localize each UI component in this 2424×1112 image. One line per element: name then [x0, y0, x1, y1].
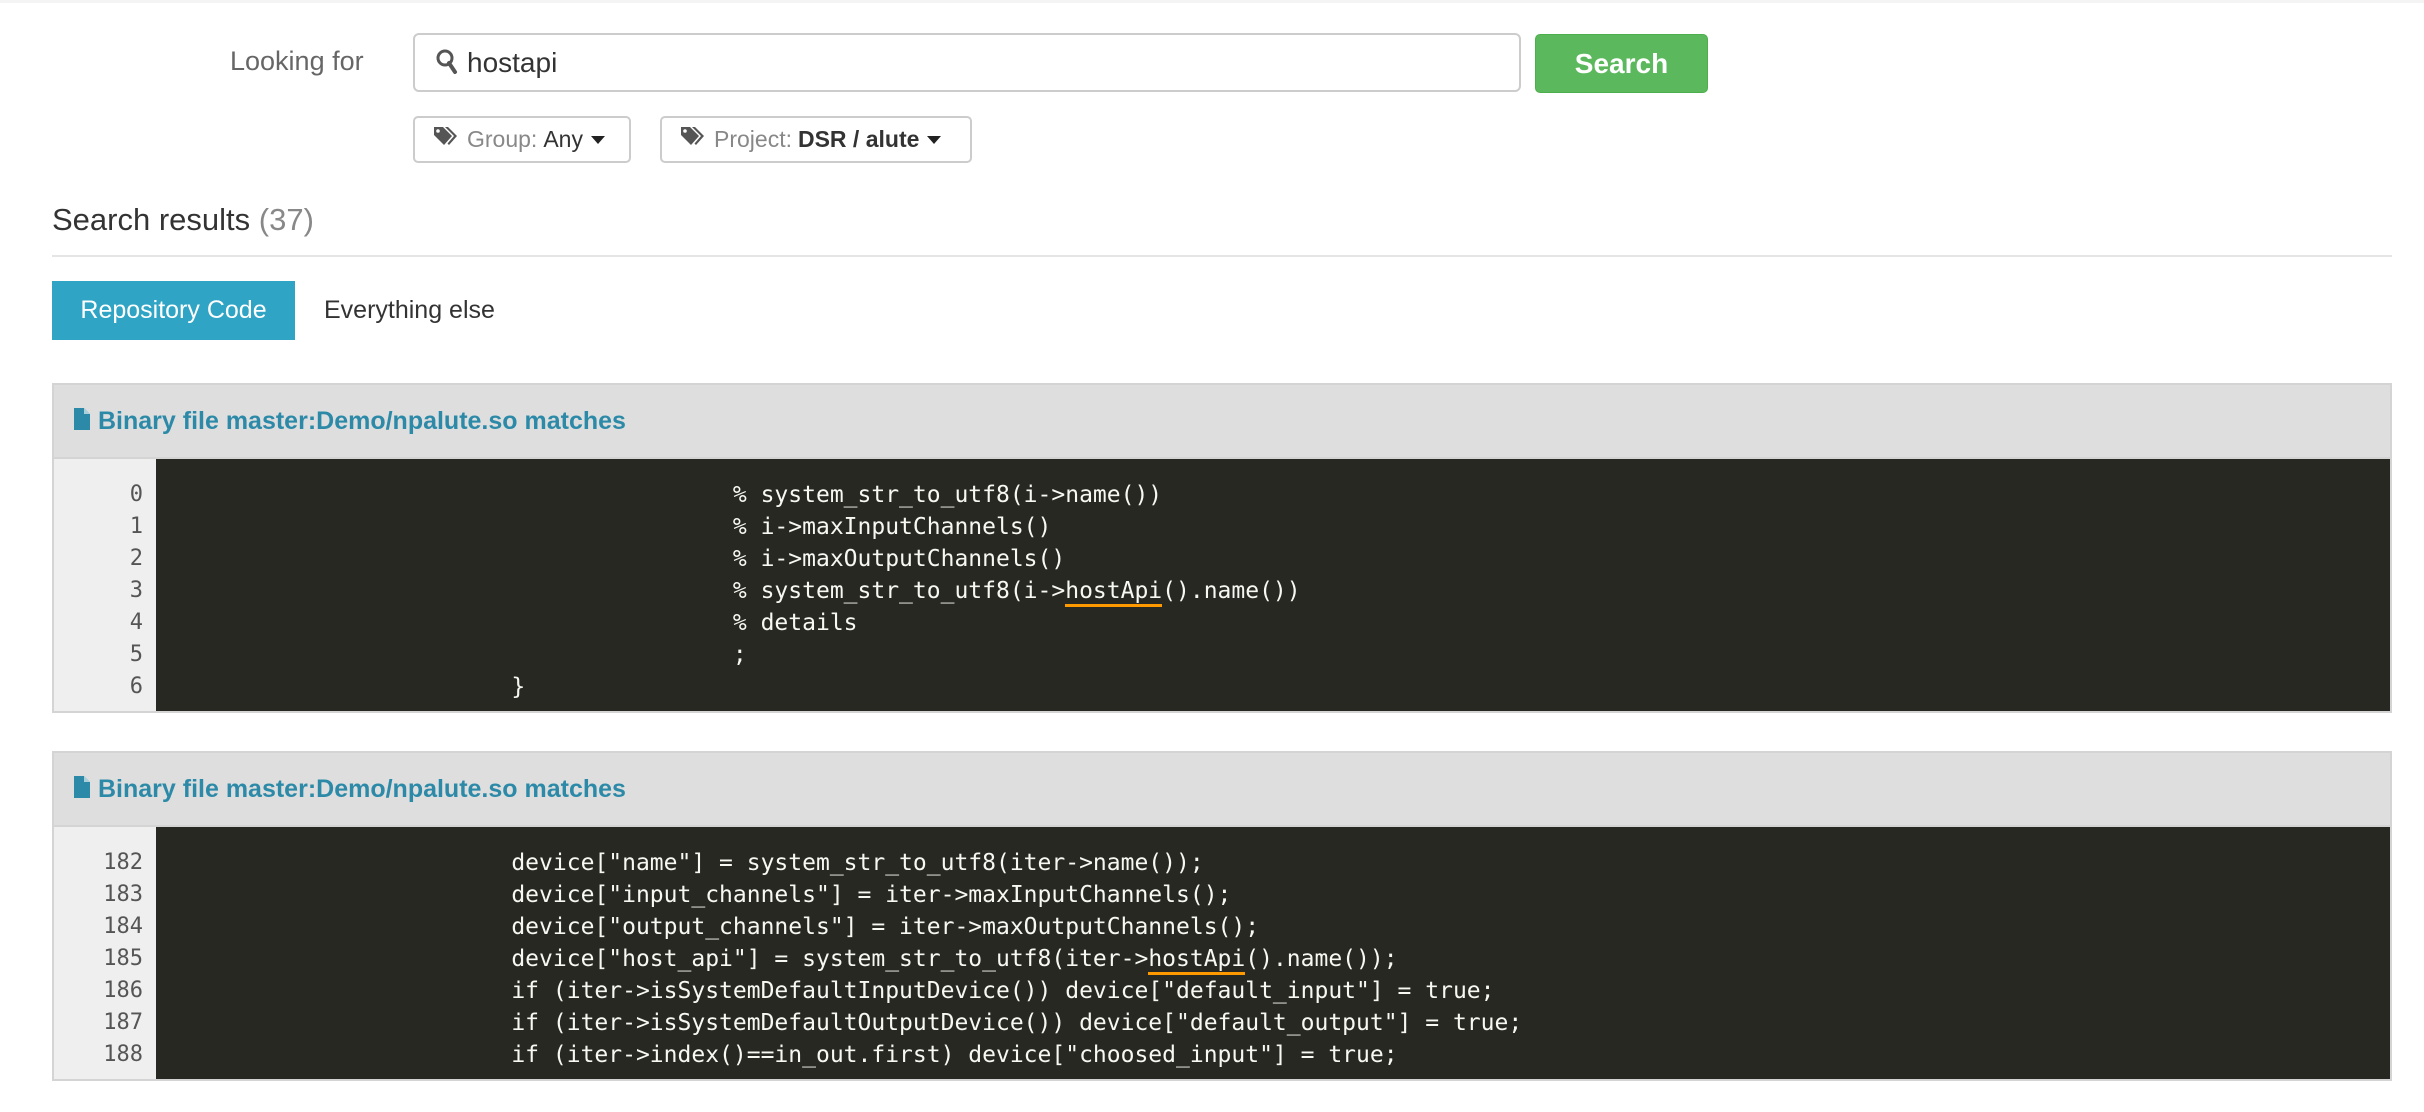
file-icon [74, 775, 90, 803]
line-number: 185 [103, 946, 143, 971]
line-number: 186 [103, 978, 143, 1003]
code-line: device["name"] = system_str_to_utf8(iter… [179, 847, 2390, 879]
code-text: if (iter->isSystemDefaultInputDevice()) … [179, 978, 1495, 1004]
code-line: % system_str_to_utf8(i->hostApi().name()… [179, 575, 2390, 607]
line-gutter: 0 1 2 3 4 5 6 [54, 459, 156, 711]
code-text: % details [179, 610, 858, 636]
project-filter-name: Project: [714, 126, 792, 152]
code-text: ().name()); [1245, 946, 1398, 972]
line-number: 6 [129, 674, 143, 699]
code-line: % i->maxOutputChannels() [179, 543, 2390, 575]
line-number: 188 [103, 1042, 143, 1067]
code-line: if (iter->isSystemDefaultOutputDevice())… [179, 1007, 2390, 1039]
line-number: 184 [103, 914, 143, 939]
result-file-link[interactable]: Binary file master:Demo/npalute.so match… [98, 407, 626, 436]
search-icon [435, 48, 461, 78]
line-number: 4 [129, 610, 143, 635]
result-file-link[interactable]: Binary file master:Demo/npalute.so match… [98, 775, 626, 804]
code-text: % system_str_to_utf8(i->name()) [179, 482, 1163, 508]
code-line: if (iter->index()==in_out.first) device[… [179, 1039, 2390, 1071]
code-text: ; [179, 642, 747, 668]
search-field[interactable] [413, 33, 1521, 92]
search-button[interactable]: Search [1535, 34, 1708, 93]
code-line: device["host_api"] = system_str_to_utf8(… [179, 943, 2390, 975]
project-filter-value: DSR / alute [797, 126, 920, 152]
results-count: (37) [258, 202, 314, 237]
looking-for-label: Looking for [230, 46, 364, 76]
divider [52, 255, 2392, 257]
line-number: 1 [129, 514, 143, 539]
caret-down-icon [927, 135, 942, 144]
line-number: 0 [129, 482, 143, 507]
line-number: 183 [103, 882, 143, 907]
code-snippet: device["name"] = system_str_to_utf8(iter… [156, 827, 2390, 1079]
code-text: % i->maxInputChannels() [179, 514, 1052, 540]
caret-down-icon [590, 135, 605, 144]
code-line: % i->maxInputChannels() [179, 511, 2390, 543]
project-filter-dropdown[interactable]: Project: DSR / alute [660, 116, 972, 163]
top-border [0, 0, 2424, 3]
group-filter-value: Any [543, 126, 583, 152]
result-header: Binary file master:Demo/npalute.so match… [54, 753, 2390, 827]
tab-everything-else[interactable]: Everything else [324, 281, 495, 340]
code-line: % details [179, 607, 2390, 639]
search-result-block: Binary file master:Demo/npalute.so match… [52, 383, 2392, 713]
result-header: Binary file master:Demo/npalute.so match… [54, 385, 2390, 459]
code-snippet: % system_str_to_utf8(i->name()) % i->max… [156, 459, 2390, 711]
code-text: device["host_api"] = system_str_to_utf8(… [179, 946, 1149, 972]
search-result-block: Binary file master:Demo/npalute.so match… [52, 751, 2392, 1081]
code-text: if (iter->isSystemDefaultOutputDevice())… [179, 1010, 1523, 1036]
code-text: if (iter->index()==in_out.first) device[… [179, 1042, 1398, 1068]
line-number: 2 [129, 546, 143, 571]
match-highlight: hostApi [1065, 578, 1163, 607]
tab-repository-code[interactable]: Repository Code [52, 281, 295, 340]
results-title: Search results [52, 202, 251, 237]
code-text: % system_str_to_utf8(i-> [179, 578, 1066, 604]
line-gutter: 182 183 184 185 186 187 188 [54, 827, 156, 1079]
search-input[interactable] [465, 45, 1469, 80]
match-highlight: hostApi [1148, 946, 1246, 975]
code-line: } [179, 671, 2390, 703]
code-line: device["input_channels"] = iter->maxInpu… [179, 879, 2390, 911]
code-line: if (iter->isSystemDefaultInputDevice()) … [179, 975, 2390, 1007]
code-text: } [179, 674, 526, 700]
file-icon [74, 407, 90, 435]
code-line: device["output_channels"] = iter->maxOut… [179, 911, 2390, 943]
code-text: device["input_channels"] = iter->maxInpu… [179, 882, 1232, 908]
line-number: 182 [103, 850, 143, 875]
group-filter-dropdown[interactable]: Group: Any [413, 116, 631, 163]
code-line: ; [179, 639, 2390, 671]
line-number: 187 [103, 1010, 143, 1035]
line-number: 5 [129, 642, 143, 667]
code-text: % i->maxOutputChannels() [179, 546, 1066, 572]
code-text: device["output_channels"] = iter->maxOut… [179, 914, 1260, 940]
group-filter-name: Group: [467, 126, 538, 152]
code-text: device["name"] = system_str_to_utf8(iter… [179, 850, 1204, 876]
tags-icon [433, 125, 459, 155]
tags-icon [680, 125, 706, 155]
line-number: 3 [129, 578, 143, 603]
results-heading: Search results (37) [52, 202, 314, 238]
code-line: % system_str_to_utf8(i->name()) [179, 479, 2390, 511]
code-text: ().name()) [1162, 578, 1301, 604]
